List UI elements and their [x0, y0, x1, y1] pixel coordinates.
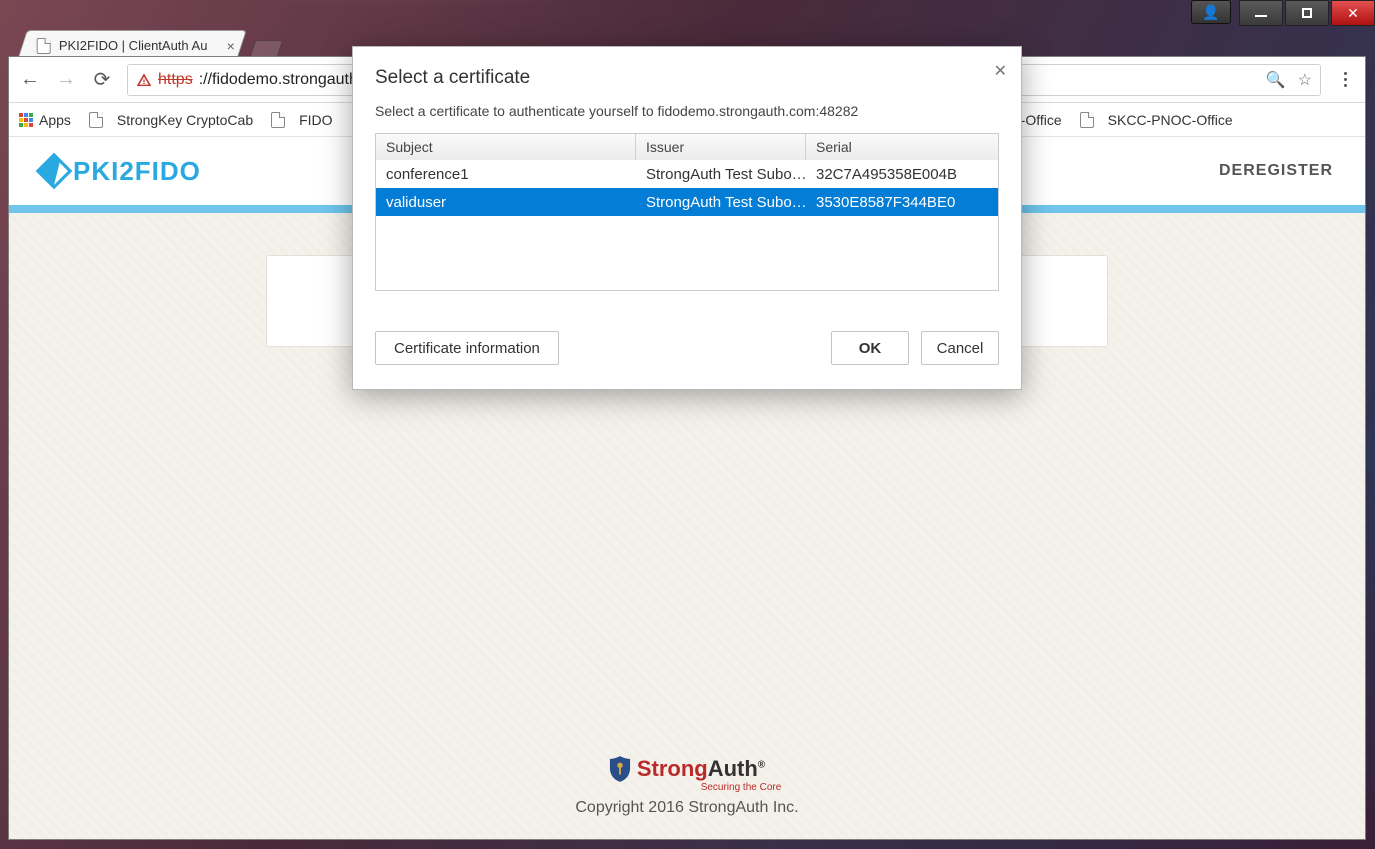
dialog-close-icon[interactable]: ✕ — [994, 61, 1007, 81]
window-controls: 👤 ✕ — [1191, 0, 1375, 28]
dialog-footer: Certificate information OK Cancel — [375, 331, 999, 365]
reload-button[interactable]: ⟳ — [91, 67, 113, 92]
brand-logo[interactable]: PKI2FIDO — [41, 156, 201, 187]
col-subject[interactable]: Subject — [376, 134, 636, 160]
table-body: conference1StrongAuth Test Subo…32C7A495… — [376, 160, 998, 290]
cell-issuer: StrongAuth Test Subo… — [636, 188, 806, 216]
bookmark-item[interactable]: SKCC-PNOC-Office — [1080, 112, 1233, 128]
page-icon — [89, 112, 103, 128]
bookmark-item[interactable]: FIDO — [271, 112, 332, 128]
tab-title: PKI2FIDO | ClientAuth Au — [59, 38, 208, 53]
dialog-description: Select a certificate to authenticate you… — [375, 103, 999, 119]
cell-serial: 32C7A495358E004B — [806, 160, 998, 188]
col-serial[interactable]: Serial — [806, 134, 998, 160]
tab-strip: PKI2FIDO | ClientAuth Au × — [22, 26, 280, 60]
shield-icon — [609, 756, 631, 782]
bookmark-star-icon[interactable]: ☆ — [1298, 70, 1312, 90]
certificate-info-button[interactable]: Certificate information — [375, 331, 559, 365]
page-icon — [37, 38, 51, 54]
footer-brand: StrongAuth® — [637, 756, 765, 782]
close-window-button[interactable]: ✕ — [1331, 0, 1375, 26]
security-warning-icon — [136, 72, 152, 88]
col-issuer[interactable]: Issuer — [636, 134, 806, 160]
cell-subject: conference1 — [376, 160, 636, 188]
bookmark-label: FIDO — [299, 112, 332, 128]
page-icon — [1080, 112, 1094, 128]
copyright: Copyright 2016 StrongAuth Inc. — [575, 799, 798, 817]
cell-issuer: StrongAuth Test Subo… — [636, 160, 806, 188]
tab-close-icon[interactable]: × — [227, 38, 235, 54]
cell-subject: validuser — [376, 188, 636, 216]
footer-logo: StrongAuth® — [609, 756, 765, 782]
maximize-button[interactable] — [1285, 0, 1329, 26]
page-footer: StrongAuth® Securing the Core Copyright … — [9, 733, 1365, 839]
bookmark-label: StrongKey CryptoCab — [117, 112, 253, 128]
certificate-table: Subject Issuer Serial conference1StrongA… — [375, 133, 999, 291]
back-button[interactable]: ← — [19, 68, 41, 91]
apps-label: Apps — [39, 112, 71, 128]
url-scheme: https — [158, 71, 193, 89]
deregister-link[interactable]: DEREGISTER — [1219, 162, 1333, 180]
user-icon[interactable]: 👤 — [1191, 0, 1231, 24]
certificate-select-dialog: ✕ Select a certificate Select a certific… — [352, 46, 1022, 390]
ok-button[interactable]: OK — [831, 331, 909, 365]
table-row[interactable]: conference1StrongAuth Test Subo…32C7A495… — [376, 160, 998, 188]
brand-mark-icon — [36, 153, 73, 190]
forward-button[interactable]: → — [55, 68, 77, 91]
zoom-icon[interactable]: 🔍 — [1266, 70, 1286, 90]
table-row[interactable]: validuserStrongAuth Test Subo…3530E8587F… — [376, 188, 998, 216]
bookmark-label: SKCC-PNOC-Office — [1108, 112, 1233, 128]
table-header: Subject Issuer Serial — [376, 134, 998, 160]
dialog-title: Select a certificate — [375, 67, 999, 89]
browser-menu-button[interactable] — [1335, 72, 1355, 87]
apps-icon — [19, 113, 33, 127]
footer-tagline: Securing the Core — [701, 782, 782, 793]
brand-text: PKI2FIDO — [73, 156, 201, 187]
apps-shortcut[interactable]: Apps — [19, 112, 71, 128]
page-icon — [271, 112, 285, 128]
cell-serial: 3530E8587F344BE0 — [806, 188, 998, 216]
cancel-button[interactable]: Cancel — [921, 331, 999, 365]
minimize-button[interactable] — [1239, 0, 1283, 26]
bookmark-item[interactable]: StrongKey CryptoCab — [89, 112, 253, 128]
